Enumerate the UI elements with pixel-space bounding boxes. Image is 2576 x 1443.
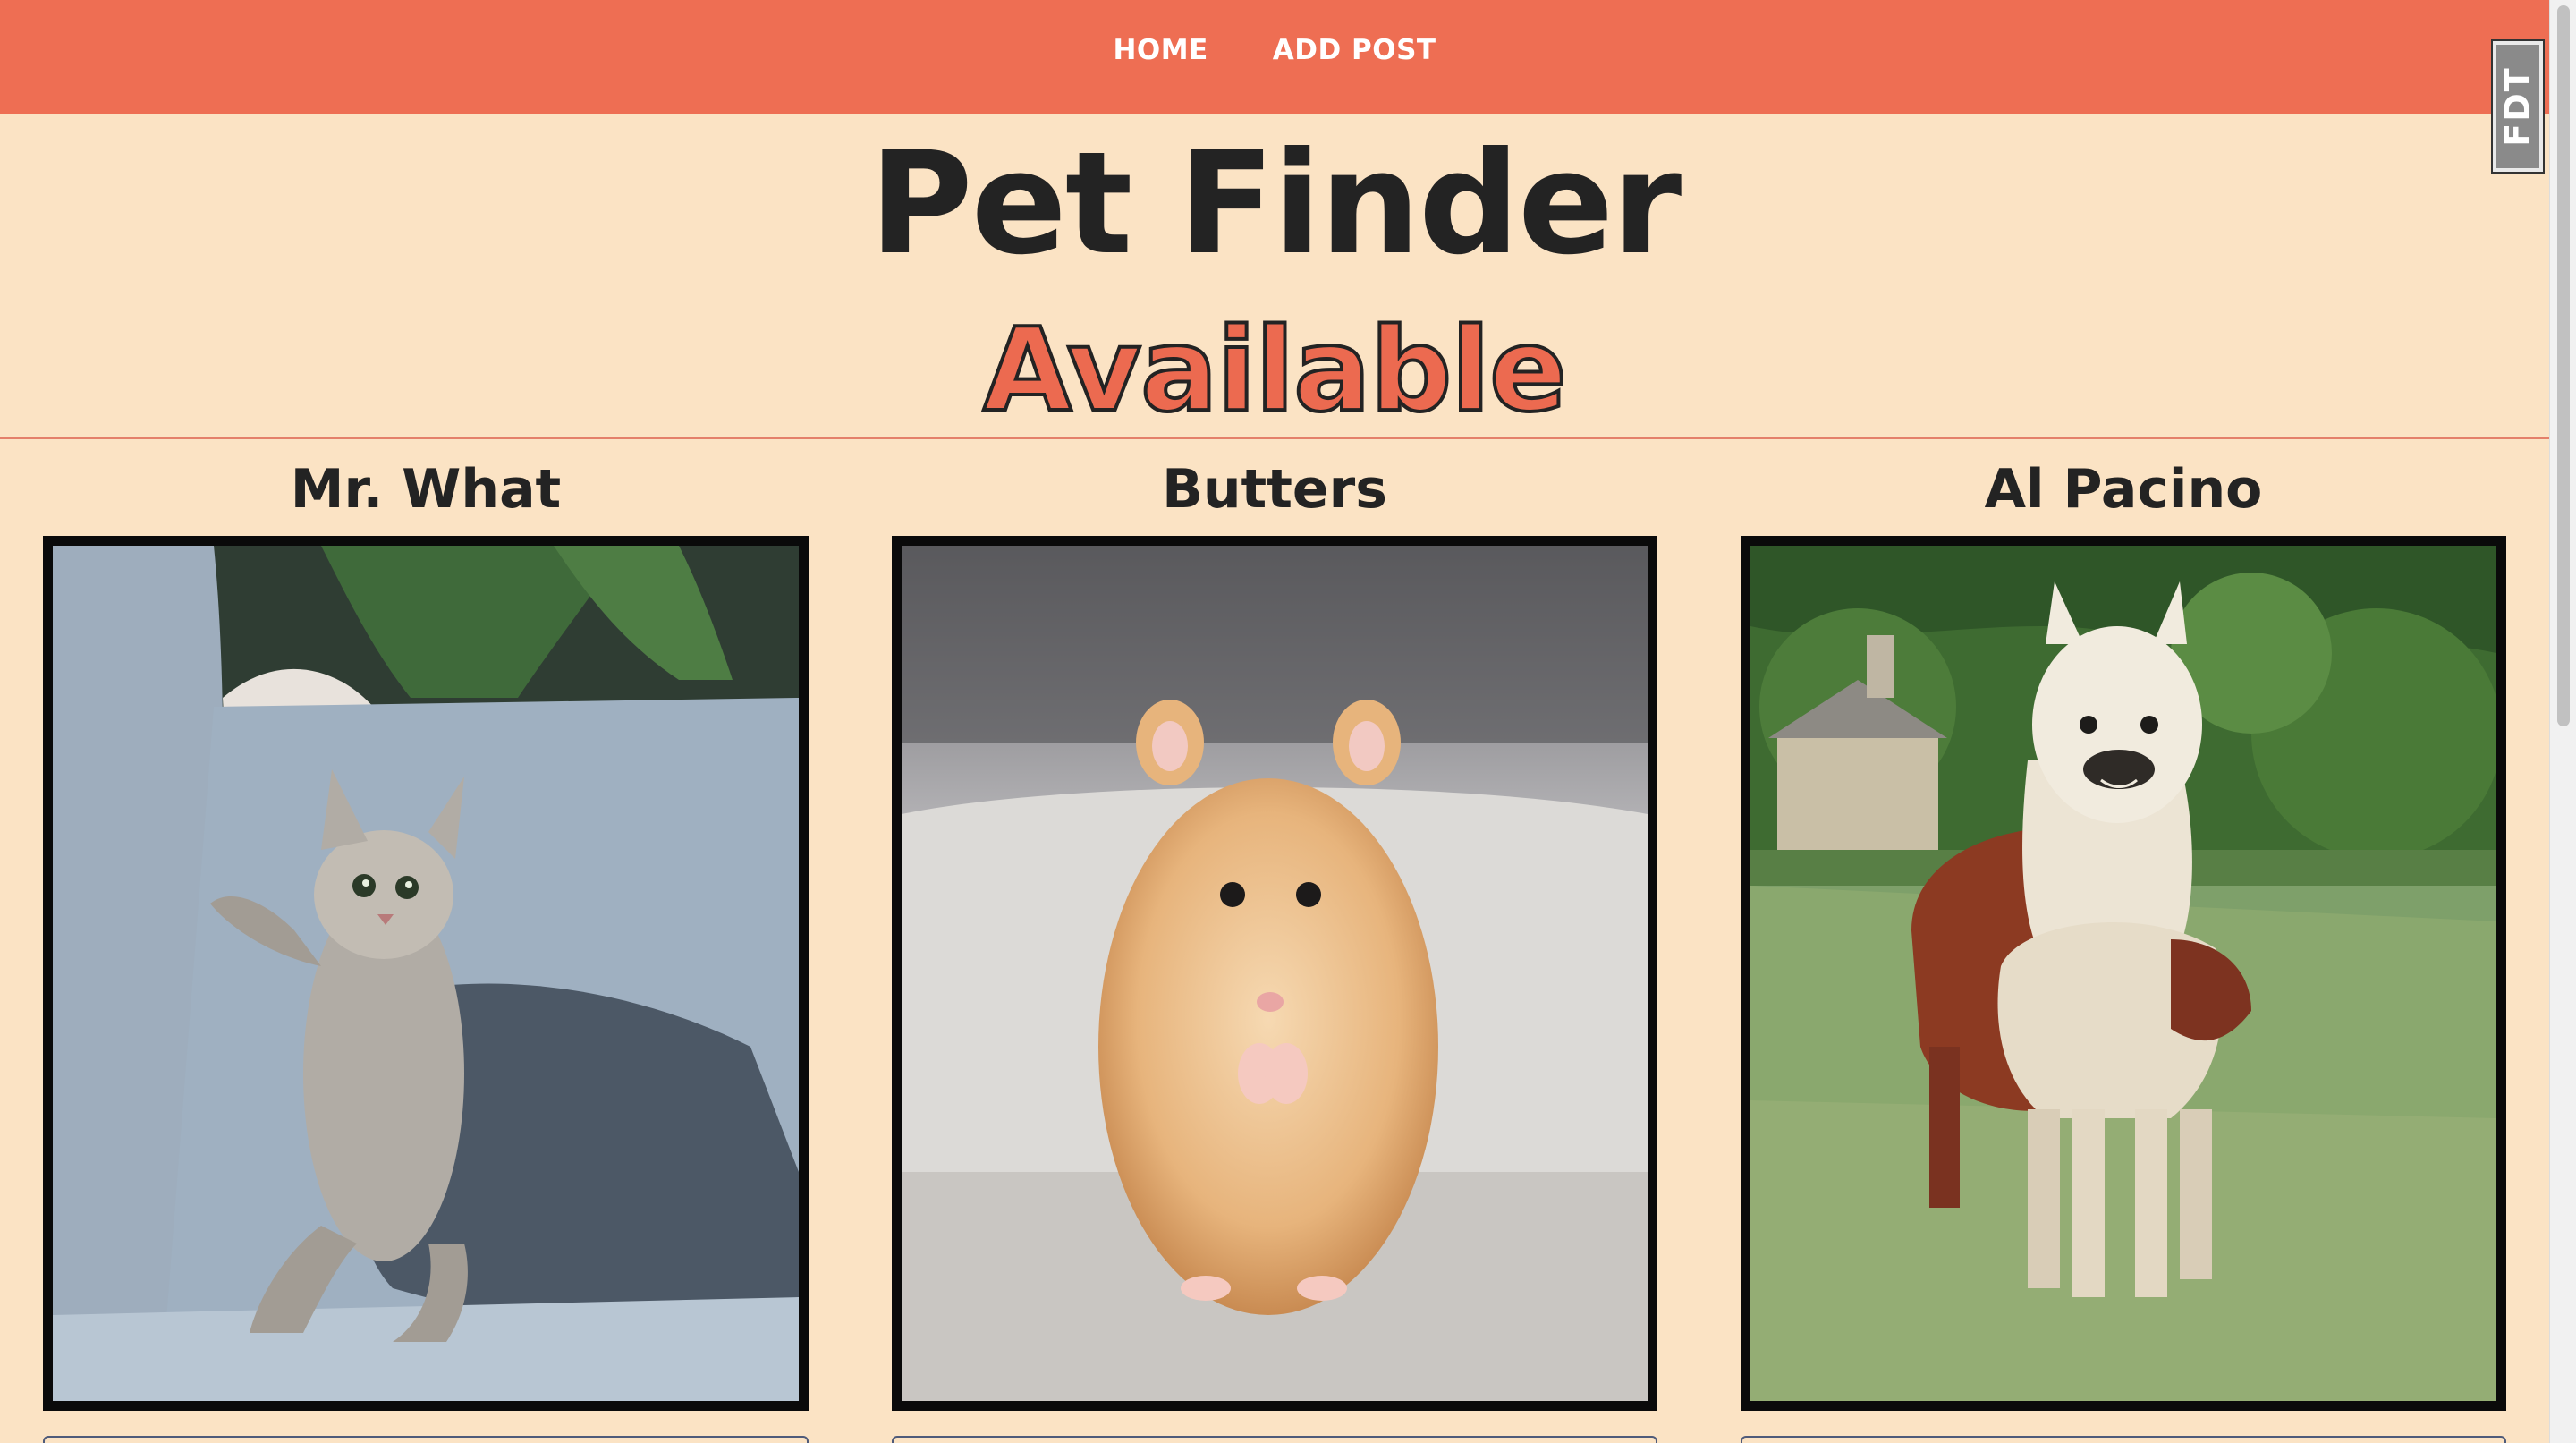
pet-name: Mr. What — [290, 458, 562, 521]
pet-photo[interactable] — [1741, 536, 2506, 1411]
available-heading: Available — [981, 304, 1569, 437]
nav-add-post-link[interactable]: ADD POST — [1241, 34, 1469, 66]
page: HOME ADD POST Pet Finder Available Mr. W… — [0, 0, 2576, 1443]
pet-photo[interactable] — [43, 536, 809, 1411]
kitten-photo-icon — [53, 546, 799, 1401]
pet-name: Butters — [1162, 458, 1387, 521]
scrollbar-thumb[interactable] — [2557, 5, 2570, 726]
pet-card: Al Pacino — [1741, 452, 2506, 1443]
pet-card-button[interactable] — [43, 1436, 809, 1443]
pet-card-button[interactable] — [1741, 1436, 2506, 1443]
nav-home-link[interactable]: HOME — [1080, 34, 1240, 66]
fdt-badge[interactable]: FDT — [2491, 39, 2545, 174]
hamster-photo-icon — [902, 546, 1648, 1401]
pet-photo[interactable] — [892, 536, 1657, 1411]
site-title: Pet Finder — [869, 122, 1682, 286]
top-navbar: HOME ADD POST — [0, 0, 2549, 114]
section-divider — [0, 437, 2549, 439]
fdt-label: FDT — [2498, 66, 2538, 147]
vertical-scrollbar[interactable] — [2549, 0, 2576, 1443]
alpaca-photo-icon — [1750, 546, 2496, 1401]
pet-card: Mr. What — [43, 452, 809, 1443]
pet-name: Al Pacino — [1984, 458, 2263, 521]
fdt-badge-inner: FDT — [2496, 45, 2539, 168]
pet-card: Butters — [892, 452, 1657, 1443]
pet-card-button[interactable] — [892, 1436, 1657, 1443]
